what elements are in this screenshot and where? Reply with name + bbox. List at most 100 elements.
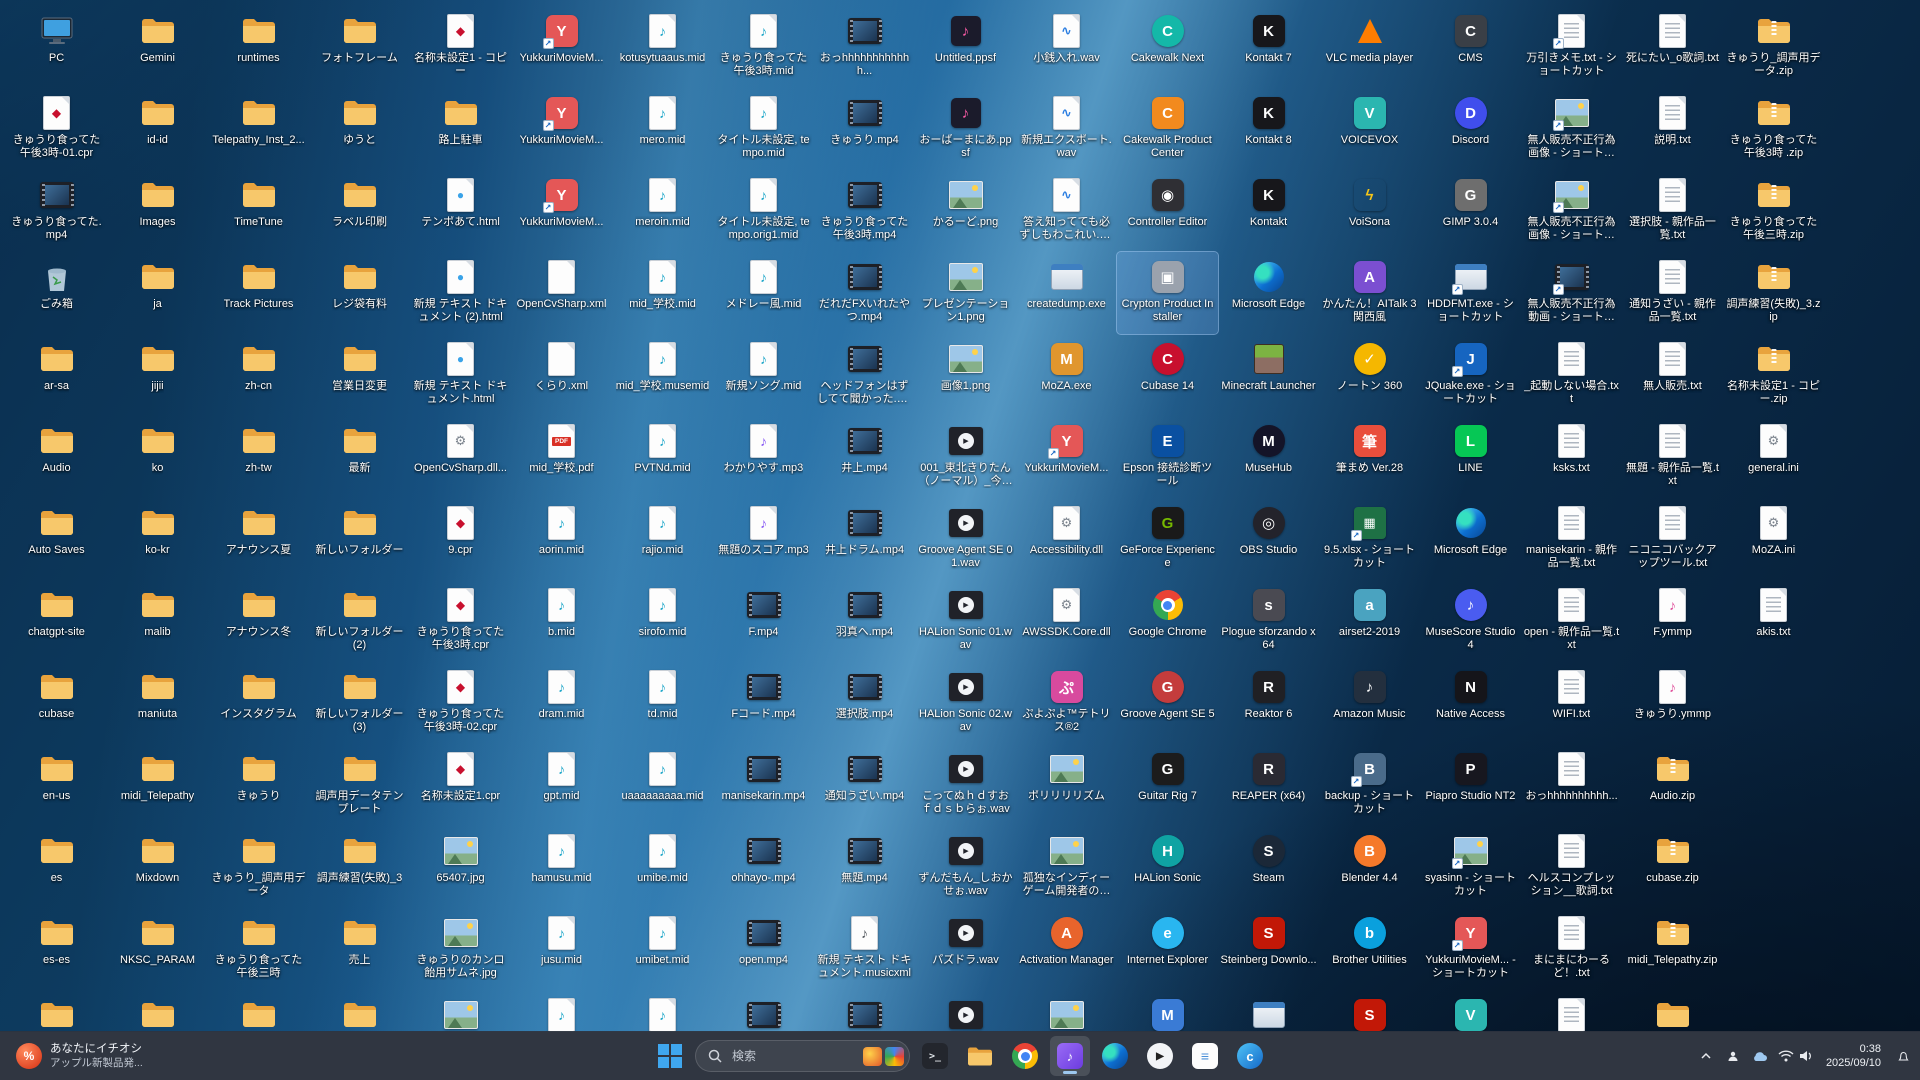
- desktop-icon[interactable]: ◆ きゅうり食ってた午後3時-02.cpr: [410, 662, 511, 744]
- desktop-icon[interactable]: 65407.jpg: [410, 826, 511, 908]
- desktop-icon[interactable]: Mixdown: [107, 826, 208, 908]
- desktop-icon[interactable]: ⚙ MoZA.ini: [1723, 498, 1824, 580]
- desktop-icon[interactable]: きゅうり食ってた午後3時.mp4: [814, 170, 915, 252]
- desktop-icon[interactable]: ↗ 無人販売不正行為 動画 - ショートカット: [1521, 252, 1622, 334]
- taskbar-app-edge[interactable]: [1095, 1036, 1135, 1076]
- desktop-icon[interactable]: ♪ MuseScore Studio 4: [1420, 580, 1521, 662]
- desktop-icon[interactable]: 無題 - 親作品一覧.txt: [1622, 416, 1723, 498]
- taskbar-app-console[interactable]: >_: [915, 1036, 955, 1076]
- desktop-icon[interactable]: 井上.mp4: [814, 416, 915, 498]
- desktop-icon[interactable]: Y ↗ YukkuriMovieM...: [511, 88, 612, 170]
- desktop-icon[interactable]: ♪ Amazon Music: [1319, 662, 1420, 744]
- desktop-icon[interactable]: PC: [6, 6, 107, 88]
- desktop-icon[interactable]: A かんたん！AITalk 3 関西風: [1319, 252, 1420, 334]
- desktop-icon[interactable]: K Kontakt 7: [1218, 6, 1319, 88]
- desktop-icon[interactable]: ♪ uaaaaaaaaa.mid: [612, 744, 713, 826]
- desktop-icon[interactable]: インスタグラム: [208, 662, 309, 744]
- desktop-icon[interactable]: OpenCvSharp.xml: [511, 252, 612, 334]
- desktop-icon[interactable]: ♪ 新規 テキスト ドキュメント.musicxml: [814, 908, 915, 990]
- desktop-icon[interactable]: ラベル印刷: [309, 170, 410, 252]
- desktop-icon[interactable]: ● 新規 テキスト ドキュメント (2).html: [410, 252, 511, 334]
- desktop-icon[interactable]: Fコード.mp4: [713, 662, 814, 744]
- desktop-icon[interactable]: レジ袋有料: [309, 252, 410, 334]
- desktop-icon[interactable]: ♪: [612, 990, 713, 1032]
- desktop-icon[interactable]: ✓ ノートン 360: [1319, 334, 1420, 416]
- desktop-icon[interactable]: 調声練習(失敗)_3: [309, 826, 410, 908]
- desktop-icon[interactable]: 売上: [309, 908, 410, 990]
- desktop-icon[interactable]: ohhayo-.mp4: [713, 826, 814, 908]
- desktop-icon[interactable]: ∿ 小銭入れ.wav: [1016, 6, 1117, 88]
- desktop-icon[interactable]: L LINE: [1420, 416, 1521, 498]
- desktop-icon[interactable]: midi_Telepathy.zip: [1622, 908, 1723, 990]
- desktop-icon[interactable]: Telepathy_Inst_2...: [208, 88, 309, 170]
- desktop-icon[interactable]: ⚙ general.ini: [1723, 416, 1824, 498]
- taskbar-app-notepad[interactable]: ≡: [1185, 1036, 1225, 1076]
- desktop-icon[interactable]: ▶ 001_東北きりたん（ノーマル）_今しゃ...: [915, 416, 1016, 498]
- desktop-icon[interactable]: b Brother Utilities: [1319, 908, 1420, 990]
- desktop-icon[interactable]: midi_Telepathy: [107, 744, 208, 826]
- desktop-icon[interactable]: ♪ F.ymmp: [1622, 580, 1723, 662]
- desktop-icon[interactable]: es-es: [6, 908, 107, 990]
- desktop-icon[interactable]: M MuseHub: [1218, 416, 1319, 498]
- start-button[interactable]: [650, 1036, 690, 1076]
- desktop-icon[interactable]: B ↗ backup - ショートカット: [1319, 744, 1420, 826]
- desktop-icon[interactable]: C Cubase 14: [1117, 334, 1218, 416]
- desktop-icon[interactable]: アナウンス冬: [208, 580, 309, 662]
- tray-onedrive[interactable]: [1747, 1039, 1773, 1073]
- desktop-icon[interactable]: ♪ PVTNd.mid: [612, 416, 713, 498]
- desktop-icon[interactable]: createdump.exe: [1016, 252, 1117, 334]
- desktop-icon[interactable]: ♪ メドレー風.mid: [713, 252, 814, 334]
- desktop-icon[interactable]: ♪ b.mid: [511, 580, 612, 662]
- desktop-icon[interactable]: ↗ 無人販売不正行為 画像 - ショートカッ...: [1521, 88, 1622, 170]
- desktop-icon[interactable]: ♪ umibe.mid: [612, 826, 713, 908]
- desktop-icon[interactable]: アナウンス夏: [208, 498, 309, 580]
- desktop-icon[interactable]: ♪ td.mid: [612, 662, 713, 744]
- desktop-icon[interactable]: M MoZA.exe: [1016, 334, 1117, 416]
- taskbar-app-file-explorer[interactable]: [960, 1036, 1000, 1076]
- desktop-icon[interactable]: ● テンポあて.html: [410, 170, 511, 252]
- taskbar-app-chrome[interactable]: [1005, 1036, 1045, 1076]
- desktop-icon[interactable]: おっhhhhhhhhhh...: [1521, 744, 1622, 826]
- desktop-icon[interactable]: きゅうり食ってた午後三時.zip: [1723, 170, 1824, 252]
- desktop-icon[interactable]: ▶: [915, 990, 1016, 1032]
- desktop-icon[interactable]: D Discord: [1420, 88, 1521, 170]
- desktop-icon[interactable]: ▶ HALion Sonic 01.wav: [915, 580, 1016, 662]
- desktop-icon[interactable]: ▶ ずんだもん_しおかせぉ.wav: [915, 826, 1016, 908]
- desktop-icon[interactable]: ∿ 新規エクスポート.wav: [1016, 88, 1117, 170]
- desktop-icon[interactable]: かるーど.png: [915, 170, 1016, 252]
- desktop-icon[interactable]: Auto Saves: [6, 498, 107, 580]
- desktop-icon[interactable]: 羽真へ.mp4: [814, 580, 915, 662]
- desktop-icon[interactable]: ▣ Crypton Product Installer: [1116, 251, 1219, 335]
- desktop-icon[interactable]: 最新: [309, 416, 410, 498]
- desktop-icon[interactable]: _起動しない場合.txt: [1521, 334, 1622, 416]
- desktop-icon[interactable]: Minecraft Launcher: [1218, 334, 1319, 416]
- desktop-icon[interactable]: 説明.txt: [1622, 88, 1723, 170]
- desktop-icon[interactable]: VLC media player: [1319, 6, 1420, 88]
- desktop-icon[interactable]: ϟ VoiSona: [1319, 170, 1420, 252]
- desktop-icon[interactable]: en-us: [6, 744, 107, 826]
- desktop-icon[interactable]: 無題.mp4: [814, 826, 915, 908]
- tray-notifications[interactable]: [1890, 1039, 1916, 1073]
- search-input[interactable]: [730, 1048, 855, 1064]
- desktop-icon[interactable]: PDF mid_学校.pdf: [511, 416, 612, 498]
- desktop-icon[interactable]: Microsoft Edge: [1420, 498, 1521, 580]
- desktop-icon[interactable]: ポリリリリズム: [1016, 744, 1117, 826]
- desktop-icon[interactable]: ↗ 無人販売不正行為 画像 - ショートカット: [1521, 170, 1622, 252]
- desktop-icon[interactable]: NKSC_PARAM: [107, 908, 208, 990]
- desktop-icon[interactable]: [1521, 990, 1622, 1032]
- desktop-icon[interactable]: ♪ sirofo.mid: [612, 580, 713, 662]
- desktop-icon[interactable]: 名称未設定1 - コピー.zip: [1723, 334, 1824, 416]
- desktop-icon[interactable]: ⚙ AWSSDK.Core.dll: [1016, 580, 1117, 662]
- desktop-icon[interactable]: ♪ わかりやす.mp3: [713, 416, 814, 498]
- desktop-icon[interactable]: きゅうり.mp4: [814, 88, 915, 170]
- taskbar-app-code-app[interactable]: c: [1230, 1036, 1270, 1076]
- desktop-icon[interactable]: s Plogue sforzando x64: [1218, 580, 1319, 662]
- desktop-icon[interactable]: ↗ HDDFMT.exe - ショートカット: [1420, 252, 1521, 334]
- desktop-icon[interactable]: [713, 990, 814, 1032]
- desktop-icon[interactable]: zh-cn: [208, 334, 309, 416]
- desktop-icon[interactable]: ゆうと: [309, 88, 410, 170]
- desktop-icon[interactable]: ♪ gpt.mid: [511, 744, 612, 826]
- desktop-icon[interactable]: 通知うざい.mp4: [814, 744, 915, 826]
- desktop-icon[interactable]: ksks.txt: [1521, 416, 1622, 498]
- desktop-icon[interactable]: 通知うざい - 親作品一覧.txt: [1622, 252, 1723, 334]
